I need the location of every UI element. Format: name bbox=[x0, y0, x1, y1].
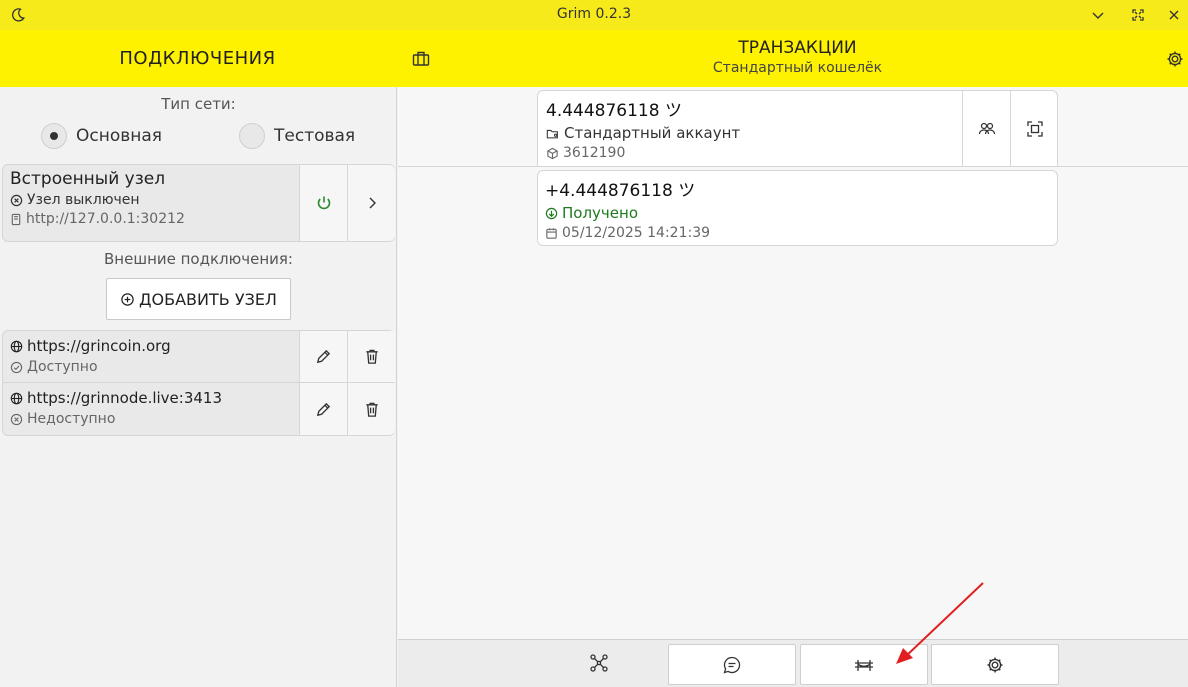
annotation-arrow bbox=[896, 582, 984, 664]
